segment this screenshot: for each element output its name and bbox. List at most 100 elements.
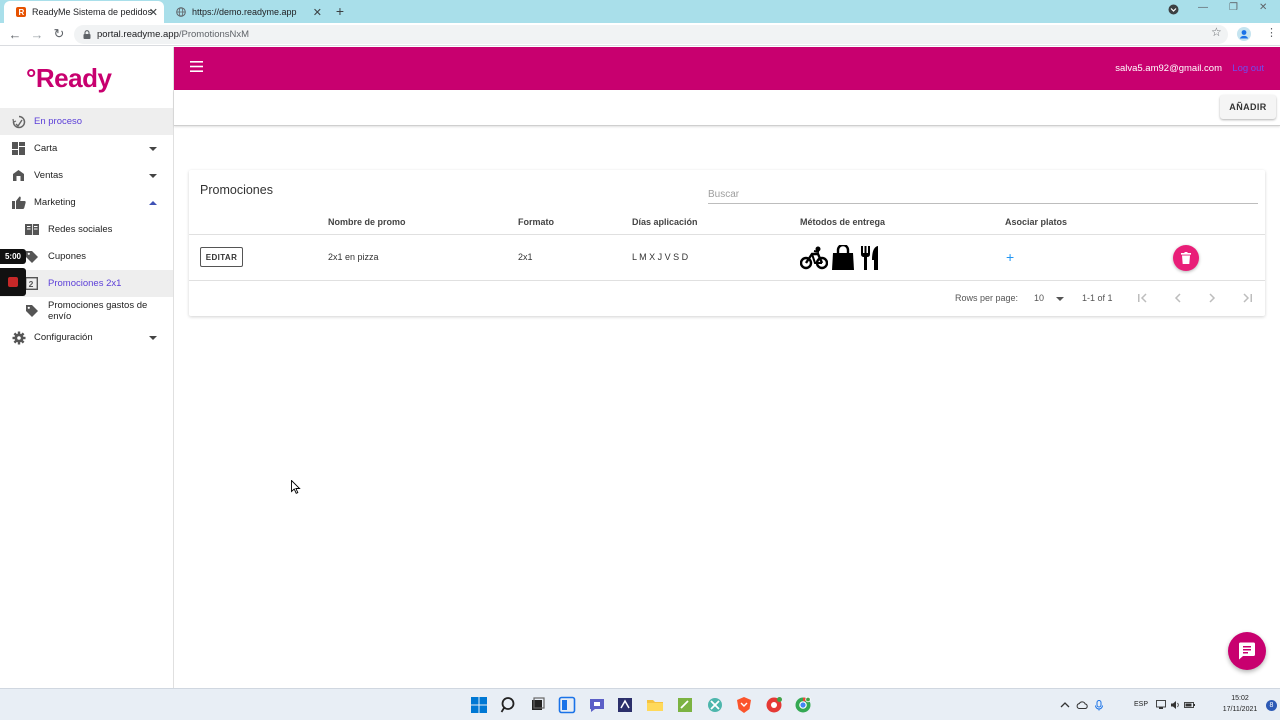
edit-button[interactable]: EDITAR: [200, 247, 243, 267]
browser-app-icon[interactable]: [765, 696, 783, 714]
lock-icon: [82, 30, 91, 39]
cell-days: L M X J V S D: [632, 252, 689, 262]
forward-icon[interactable]: →: [30, 27, 44, 42]
sidebar-item-label: Redes sociales: [48, 224, 113, 235]
tab-search-icon[interactable]: [1168, 4, 1179, 15]
cell-format: 2x1: [518, 252, 533, 262]
chevron-up-icon: [149, 199, 157, 207]
sidebar-item-carta[interactable]: Carta: [0, 135, 173, 162]
column-header-format[interactable]: Formato: [518, 217, 554, 227]
promotions-card: Promociones Nombre de promo Formato Días…: [189, 170, 1265, 316]
file-explorer-icon[interactable]: [646, 696, 664, 714]
microphone-icon[interactable]: [1094, 700, 1104, 711]
restore-icon[interactable]: ❐: [1229, 2, 1238, 13]
widgets-icon[interactable]: [558, 696, 576, 714]
globe-icon: [176, 7, 186, 17]
chevron-down-icon: [149, 172, 157, 180]
back-icon[interactable]: ←: [8, 27, 22, 42]
browser-tab-active[interactable]: R ReadyMe Sistema de pedidos ✕: [4, 1, 164, 23]
gear-icon: [11, 330, 26, 345]
chevron-down-icon[interactable]: [1056, 295, 1064, 303]
shopping-bag-icon: [831, 245, 855, 271]
tab-close-icon[interactable]: ✕: [149, 6, 158, 19]
stop-recording-button[interactable]: [0, 268, 26, 296]
user-email: salva5.am92@gmail.com: [1115, 63, 1222, 74]
column-header-associate[interactable]: Asociar platos: [1005, 217, 1067, 227]
sync-icon: [11, 114, 26, 129]
ready-logo[interactable]: °Ready: [26, 63, 112, 94]
previous-page-icon[interactable]: [1172, 292, 1184, 304]
task-view-icon[interactable]: [528, 696, 546, 714]
chat-icon: [1239, 642, 1255, 660]
last-page-icon[interactable]: [1241, 292, 1253, 304]
table-pagination: Rows per page: 10 1-1 of 1: [189, 281, 1265, 316]
sidebar-item-label: Marketing: [34, 197, 76, 208]
bookmark-star-icon[interactable]: ☆: [1211, 25, 1222, 39]
wifi-icon[interactable]: [1156, 700, 1166, 710]
search-input[interactable]: [708, 185, 1258, 204]
column-header-delivery[interactable]: Métodos de entrega: [800, 217, 885, 227]
reload-icon[interactable]: ↻: [52, 26, 66, 41]
language-indicator[interactable]: ESP: [1134, 701, 1148, 708]
close-window-icon[interactable]: ✕: [1259, 2, 1267, 13]
brave-browser-icon[interactable]: [735, 696, 753, 714]
cell-name: 2x1 en pizza: [328, 252, 379, 262]
stop-icon: [8, 277, 18, 287]
hamburger-menu-icon[interactable]: [190, 61, 204, 75]
sidebar-item-ventas[interactable]: Ventas: [0, 162, 173, 189]
url-host: portal.readyme.app: [97, 29, 179, 40]
tab-title: https://demo.readyme.app: [192, 7, 297, 17]
add-button[interactable]: AÑADIR: [1220, 95, 1276, 119]
url-field[interactable]: portal.readyme.app/PromotionsNxM: [74, 25, 1228, 44]
search-icon[interactable]: [500, 696, 518, 714]
column-header-name[interactable]: Nombre de promo: [328, 217, 406, 227]
tab-title: ReadyMe Sistema de pedidos: [32, 7, 153, 17]
sidebar-item-promociones-gastos-envio[interactable]: Promociones gastos de envío: [0, 297, 173, 324]
clock-time[interactable]: 15:02: [1220, 695, 1260, 702]
column-header-days[interactable]: Días aplicación: [632, 217, 698, 227]
notification-badge[interactable]: 8: [1266, 700, 1277, 711]
svg-text:2: 2: [29, 279, 34, 289]
sidebar-item-configuracion[interactable]: Configuración: [0, 324, 173, 351]
notes-app-icon[interactable]: [676, 696, 694, 714]
clock-date[interactable]: 17/11/2021: [1220, 706, 1260, 713]
sidebar-item-label: Promociones 2x1: [48, 278, 122, 289]
address-bar: ← → ↻ portal.readyme.app/PromotionsNxM ☆…: [0, 23, 1280, 46]
tab-close-icon[interactable]: ✕: [313, 6, 322, 19]
next-page-icon[interactable]: [1206, 292, 1218, 304]
chat-app-icon[interactable]: [588, 696, 606, 714]
sidebar-item-marketing[interactable]: Marketing: [0, 189, 173, 216]
taskbar: ESP 15:02 17/11/2021 8: [0, 688, 1280, 720]
new-tab-icon[interactable]: +: [333, 3, 347, 19]
chat-button[interactable]: [1228, 632, 1266, 670]
chevron-down-icon: [149, 334, 157, 342]
logout-link[interactable]: Log out: [1232, 63, 1264, 74]
browser-tab[interactable]: https://demo.readyme.app ✕: [164, 1, 328, 23]
profile-avatar-icon[interactable]: [1237, 27, 1251, 41]
sidebar-item-label: En proceso: [34, 116, 83, 127]
app-icon[interactable]: [616, 696, 634, 714]
associate-dishes-button[interactable]: +: [1006, 249, 1014, 265]
tag-icon: [24, 303, 39, 318]
windows-start-icon[interactable]: [470, 696, 488, 714]
bike-icon: [800, 245, 828, 271]
delete-button[interactable]: [1173, 245, 1199, 271]
book-icon: [24, 222, 39, 237]
cloud-icon[interactable]: [1076, 700, 1088, 710]
first-page-icon[interactable]: [1137, 292, 1149, 304]
sidebar-item-label: Configuración: [34, 332, 93, 343]
chevron-up-icon[interactable]: [1060, 700, 1070, 710]
sidebar-item-label: Carta: [34, 143, 58, 154]
chrome-icon[interactable]: [794, 696, 812, 714]
sidebar-item-redes-sociales[interactable]: Redes sociales: [0, 216, 173, 243]
thumb-up-icon: [11, 195, 26, 210]
sidebar-item-en-proceso[interactable]: En proceso: [0, 108, 173, 135]
chevron-down-icon: [149, 145, 157, 153]
tool-app-icon[interactable]: [706, 696, 724, 714]
minimize-icon[interactable]: —: [1198, 2, 1208, 13]
recording-timer: 5:00: [0, 249, 26, 264]
battery-icon[interactable]: [1184, 700, 1195, 710]
browser-menu-icon[interactable]: ⋮: [1266, 26, 1277, 39]
rows-per-page-select[interactable]: 10: [1034, 293, 1044, 303]
volume-icon[interactable]: [1170, 700, 1180, 710]
